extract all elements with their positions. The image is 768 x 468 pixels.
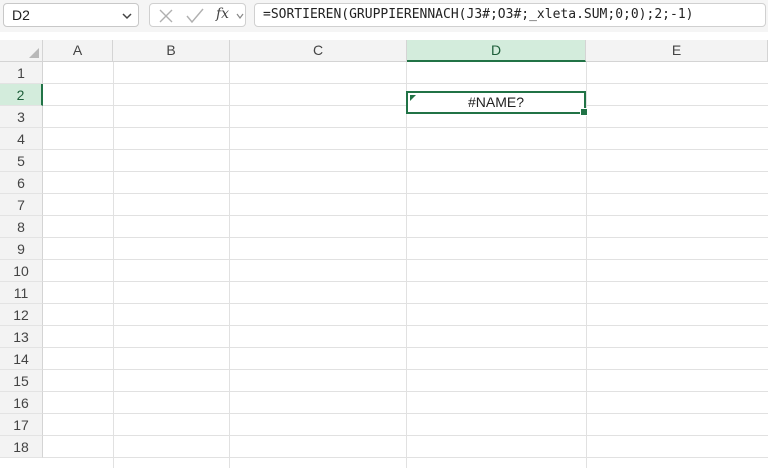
grid-line xyxy=(43,171,768,172)
grid-line xyxy=(43,259,768,260)
grid-line xyxy=(229,62,230,468)
grid-line xyxy=(43,303,768,304)
column-header-d[interactable]: D xyxy=(407,40,586,62)
grid-line xyxy=(43,391,768,392)
column-header-e[interactable]: E xyxy=(586,40,768,62)
grid-line xyxy=(43,435,768,436)
row-header-13[interactable]: 13 xyxy=(0,326,43,348)
row-header-15[interactable]: 15 xyxy=(0,370,43,392)
error-indicator-icon[interactable] xyxy=(410,95,416,101)
insert-function-button[interactable]: fx xyxy=(216,6,229,22)
grid-line xyxy=(43,347,768,348)
row-header-14[interactable]: 14 xyxy=(0,348,43,370)
fill-handle[interactable] xyxy=(580,108,588,116)
grid-line xyxy=(43,149,768,150)
row-header-4[interactable]: 4 xyxy=(0,128,43,150)
row-header-9[interactable]: 9 xyxy=(0,238,43,260)
grid-line xyxy=(43,193,768,194)
formula-bar: D2 fx =SORTIEREN(GRUPPIERENNACH(J3#;O3#;… xyxy=(0,0,768,32)
grid-line xyxy=(43,237,768,238)
row-header-6[interactable]: 6 xyxy=(0,172,43,194)
fx-dropdown-icon[interactable] xyxy=(236,12,244,20)
name-box[interactable]: D2 xyxy=(3,3,139,27)
row-header-8[interactable]: 8 xyxy=(0,216,43,238)
row-header-12[interactable]: 12 xyxy=(0,304,43,326)
row-header-3[interactable]: 3 xyxy=(0,106,43,128)
grid-line xyxy=(43,457,768,458)
column-header-c[interactable]: C xyxy=(230,40,407,62)
row-header-7[interactable]: 7 xyxy=(0,194,43,216)
formula-text: =SORTIEREN(GRUPPIERENNACH(J3#;O3#;_xleta… xyxy=(263,7,694,22)
select-all-button[interactable] xyxy=(0,40,43,62)
row-header-17[interactable]: 17 xyxy=(0,414,43,436)
formula-input[interactable]: =SORTIEREN(GRUPPIERENNACH(J3#;O3#;_xleta… xyxy=(254,3,766,27)
row-header-2[interactable]: 2 xyxy=(0,84,43,106)
row-header-1[interactable]: 1 xyxy=(0,62,43,84)
confirm-icon[interactable] xyxy=(186,8,204,24)
grid-line xyxy=(586,62,587,468)
grid-line xyxy=(43,127,768,128)
name-box-value: D2 xyxy=(12,7,30,23)
column-header-b[interactable]: B xyxy=(113,40,230,62)
grid-line xyxy=(43,369,768,370)
column-header-a[interactable]: A xyxy=(43,40,113,62)
spreadsheet-grid: A B C D E 1 2 3 4 5 6 7 8 9 10 11 12 13 … xyxy=(0,40,768,468)
active-cell-d2[interactable]: #NAME? xyxy=(406,91,588,116)
formula-buttons: fx xyxy=(149,3,246,27)
grid-line xyxy=(43,413,768,414)
row-header-10[interactable]: 10 xyxy=(0,260,43,282)
row-header-5[interactable]: 5 xyxy=(0,150,43,172)
grid-line xyxy=(113,62,114,468)
grid-line xyxy=(43,215,768,216)
select-all-icon xyxy=(29,48,39,58)
grid-line xyxy=(43,325,768,326)
row-header-16[interactable]: 16 xyxy=(0,392,43,414)
row-header-18[interactable]: 18 xyxy=(0,436,43,458)
grid-line xyxy=(43,281,768,282)
row-header-11[interactable]: 11 xyxy=(0,282,43,304)
cell-value: #NAME? xyxy=(467,94,525,110)
cancel-icon[interactable] xyxy=(158,8,174,24)
chevron-down-icon[interactable] xyxy=(121,10,133,22)
grid-line xyxy=(43,83,768,84)
grid-line xyxy=(406,62,407,468)
